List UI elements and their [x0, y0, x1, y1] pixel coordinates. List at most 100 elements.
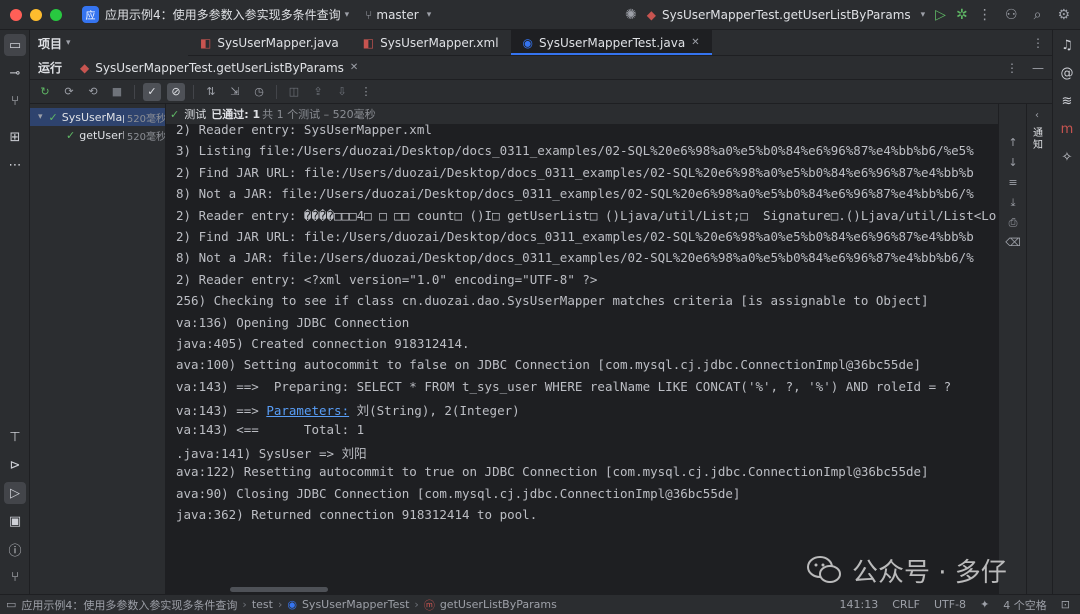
- scroll-up-arrow-icon[interactable]: ↑: [1005, 136, 1021, 152]
- close-window-button[interactable]: [10, 8, 22, 21]
- history-icon[interactable]: ◷: [250, 83, 268, 101]
- close-tab-icon[interactable]: ✕: [350, 62, 358, 73]
- settings-gear-icon[interactable]: ⚙: [1057, 7, 1070, 23]
- show-ignored-icon[interactable]: ⊘: [167, 82, 185, 101]
- maven-icon[interactable]: m: [1056, 118, 1078, 140]
- pull-request-icon[interactable]: ⑂: [4, 90, 26, 112]
- build-hammer-icon[interactable]: ⊤: [4, 426, 26, 448]
- title-bar: 应 应用示例4：使用多参数入参实现多条件查询 ▾ ⑂ master ▾ ✺ ◆ …: [0, 0, 1080, 30]
- screenshot-icon[interactable]: ◫: [285, 83, 303, 101]
- breadcrumb-separator: ›: [242, 598, 247, 611]
- test-tree-child[interactable]: ✓ getUserLi 520毫秒: [30, 126, 165, 144]
- tabs-more-icon[interactable]: ⋮: [1032, 30, 1044, 56]
- database-icon[interactable]: ≋: [1056, 90, 1078, 112]
- caret-position[interactable]: 141:13: [840, 598, 879, 611]
- vcs-branch-widget[interactable]: ⑂ master ▾: [365, 8, 431, 22]
- parameters-link[interactable]: Parameters:: [266, 403, 349, 418]
- lock-icon[interactable]: ⊡: [1061, 598, 1070, 611]
- problems-icon[interactable]: ⓘ: [4, 538, 26, 560]
- run-tool-icon[interactable]: ▷: [4, 482, 26, 504]
- more-icon[interactable]: ⋮: [357, 83, 375, 101]
- tab-label: SysUserMapper.java: [217, 35, 339, 50]
- ai-assistant-icon[interactable]: @: [1056, 62, 1078, 84]
- wechat-watermark: 公众号 · 多仔: [806, 550, 1007, 590]
- scroll-down-arrow-icon[interactable]: ↓: [1005, 156, 1021, 172]
- debug-bug-icon[interactable]: ✺: [625, 7, 637, 23]
- console-output[interactable]: 2) Reader entry: SysUserMapper.xml 3) Lis…: [166, 124, 998, 594]
- run-tab[interactable]: ◆ SysUserMapperTest.getUserListByParams …: [80, 61, 358, 75]
- passed-check-icon: ✓: [170, 107, 180, 121]
- sort-duration-icon[interactable]: ⇲: [226, 83, 244, 101]
- console-line: ava:100) Setting autocommit to false on …: [176, 357, 922, 373]
- line-separator[interactable]: CRLF: [892, 598, 920, 611]
- test-class-icon: ◉: [522, 35, 534, 50]
- commit-icon[interactable]: ⊸: [4, 62, 26, 84]
- project-name[interactable]: 应用示例4：使用多参数入参实现多条件查询: [105, 6, 341, 23]
- test-config-icon: ◆: [646, 8, 656, 22]
- search-icon[interactable]: ⌕: [1034, 7, 1042, 23]
- project-badge[interactable]: 应: [82, 6, 99, 23]
- test-tree-root[interactable]: ▾ ✓ SysUserMap 520毫秒: [30, 108, 165, 126]
- chevron-down-icon: ▾: [344, 9, 350, 20]
- ai-status-icon[interactable]: ✦: [980, 598, 989, 611]
- status-bar: ▭ 应用示例4：使用多参数入参实现多条件查询 › test › ◉ SysUse…: [0, 594, 1080, 614]
- git-icon[interactable]: ⑂: [4, 566, 26, 588]
- minimize-window-button[interactable]: [30, 8, 42, 21]
- show-passed-icon[interactable]: ✓: [143, 82, 161, 101]
- rerun-icon[interactable]: ↻: [36, 83, 54, 101]
- horizontal-scrollbar[interactable]: [230, 587, 328, 592]
- test-summary-prefix: 测试: [184, 108, 207, 121]
- chevron-left-icon[interactable]: ‹: [1035, 110, 1039, 121]
- editor-tab-mapper-xml[interactable]: ◧ SysUserMapper.xml: [351, 30, 511, 55]
- editor-tab-mapper-java[interactable]: ◧ SysUserMapper.java: [188, 30, 351, 55]
- zoom-window-button[interactable]: [50, 8, 62, 21]
- scroll-to-end-icon[interactable]: ⤓: [1005, 196, 1021, 212]
- console-line: java:405) Created connection 918312414.: [176, 336, 470, 351]
- sort-alpha-icon[interactable]: ⇅: [202, 83, 220, 101]
- breadcrumb-method[interactable]: getUserListByParams: [440, 598, 557, 611]
- add-user-icon[interactable]: ⚇: [1005, 7, 1018, 23]
- more-tools-icon[interactable]: ⋯: [4, 154, 26, 176]
- run-panel-title: 运行: [38, 61, 63, 75]
- rerun-failed-icon[interactable]: ⟳: [60, 83, 78, 101]
- breadcrumb-class[interactable]: SysUserMapperTest: [302, 598, 409, 611]
- right-panel-label[interactable]: 通知: [1033, 128, 1047, 152]
- notifications-bell-icon[interactable]: ♫: [1056, 34, 1078, 56]
- import-icon[interactable]: ⇩: [333, 83, 351, 101]
- print-icon[interactable]: ⎙: [1005, 216, 1021, 232]
- services-icon[interactable]: ⊳: [4, 454, 26, 476]
- more-icon[interactable]: ⋮: [978, 7, 992, 23]
- structure-icon[interactable]: ⊞: [4, 126, 26, 148]
- more-options-icon[interactable]: ⋮: [1006, 61, 1018, 75]
- close-tab-icon[interactable]: ✕: [691, 37, 699, 48]
- gradle-icon[interactable]: ✧: [1056, 146, 1078, 168]
- export-icon[interactable]: ⇪: [309, 83, 327, 101]
- project-panel-title: 项目: [38, 36, 63, 51]
- breadcrumb-folder[interactable]: test: [252, 598, 273, 611]
- run-tool-window-header: 运行 ◆ SysUserMapperTest.getUserListByPara…: [30, 56, 1052, 80]
- clear-trash-icon[interactable]: ⌫: [1005, 236, 1021, 252]
- right-collapsed-panel: ‹ 通知: [1026, 104, 1052, 594]
- run-config-selector[interactable]: ◆ SysUserMapperTest.getUserListByParams …: [647, 8, 925, 22]
- indent-setting[interactable]: 4 个空格: [1003, 597, 1047, 613]
- run-toolbar: ↻ ⟳ ⟲ ■ ✓ ⊘ ⇅ ⇲ ◷ ◫ ⇪ ⇩ ⋮: [30, 80, 1052, 104]
- console-line: 2) Reader entry: SysUserMapper.xml: [176, 124, 432, 137]
- console-line: va:136) Opening JDBC Connection: [176, 314, 410, 330]
- passed-check-icon: ✓: [48, 110, 58, 124]
- soft-wrap-icon[interactable]: ≡: [1005, 176, 1021, 192]
- editor-tab-mapper-test[interactable]: ◉ SysUserMapperTest.java ✕: [510, 30, 712, 55]
- file-encoding[interactable]: UTF-8: [934, 598, 966, 611]
- toggle-auto-test-icon[interactable]: ⟲: [84, 83, 102, 101]
- window-controls: [10, 8, 62, 21]
- project-panel-header[interactable]: 项目 ▾: [30, 30, 188, 56]
- run-icon[interactable]: ▷: [935, 7, 946, 23]
- test-summary-bar: ✓ 测试 已通过: 1 共 1 个测试 – 520毫秒: [166, 104, 998, 124]
- stop-icon[interactable]: ■: [108, 83, 126, 101]
- project-folder-icon[interactable]: ▭: [4, 34, 26, 56]
- chevron-down-icon: ▾: [426, 9, 432, 20]
- console-line: .java:141) SysUser => 刘阳: [176, 446, 367, 461]
- terminal-icon[interactable]: ▣: [4, 510, 26, 532]
- breadcrumb-project[interactable]: 应用示例4：使用多参数入参实现多条件查询: [21, 597, 237, 613]
- minimize-panel-icon[interactable]: —: [1032, 61, 1044, 75]
- debug-icon[interactable]: ✲: [956, 7, 968, 23]
